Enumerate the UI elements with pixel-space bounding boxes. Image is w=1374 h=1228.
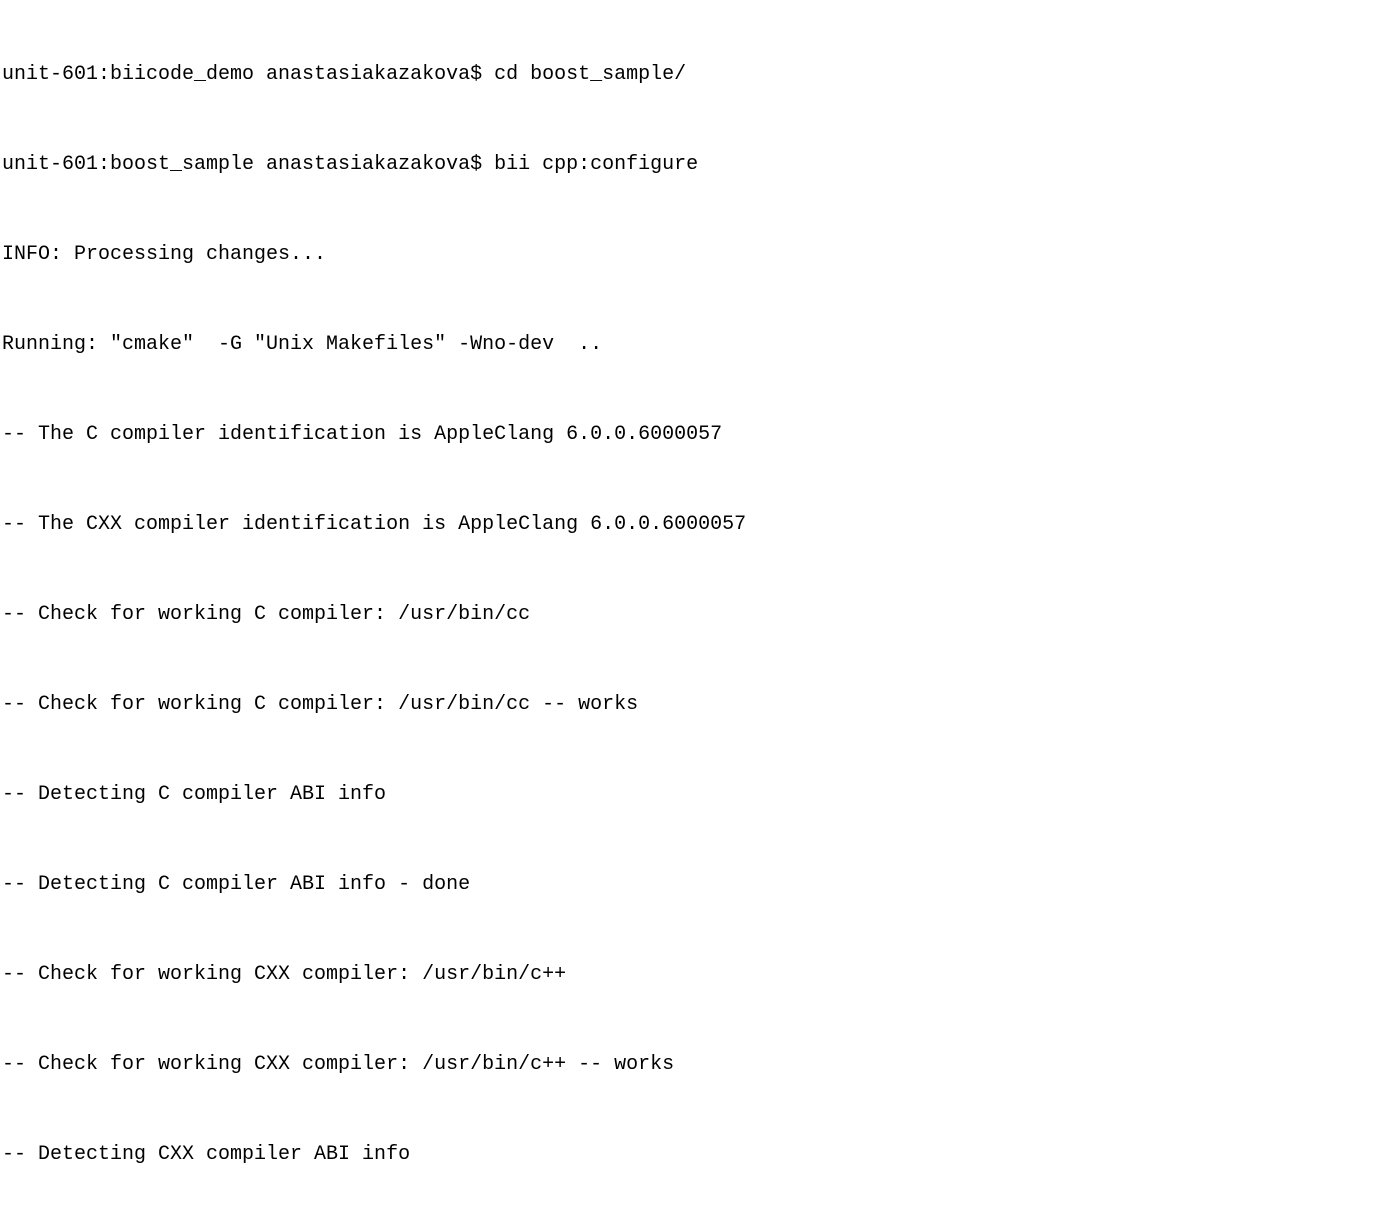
prompt: unit-601:boost_sample anastasiakazakova$	[2, 153, 494, 176]
terminal-output: -- Check for working CXX compiler: /usr/…	[2, 960, 1372, 990]
terminal-output: -- Detecting CXX compiler ABI info	[2, 1140, 1372, 1170]
terminal-output: Running: "cmake" -G "Unix Makefiles" -Wn…	[2, 330, 1372, 360]
command: bii cpp:configure	[494, 153, 698, 176]
terminal-output: -- Check for working C compiler: /usr/bi…	[2, 690, 1372, 720]
terminal-line: unit-601:boost_sample anastasiakazakova$…	[2, 150, 1372, 180]
terminal-output: -- Detecting C compiler ABI info	[2, 780, 1372, 810]
terminal-output: -- The CXX compiler identification is Ap…	[2, 510, 1372, 540]
terminal-output: INFO: Processing changes...	[2, 240, 1372, 270]
terminal-window[interactable]: unit-601:biicode_demo anastasiakazakova$…	[0, 0, 1374, 1228]
terminal-output: -- Detecting C compiler ABI info - done	[2, 870, 1372, 900]
terminal-output: -- Check for working CXX compiler: /usr/…	[2, 1050, 1372, 1080]
terminal-output: -- Check for working C compiler: /usr/bi…	[2, 600, 1372, 630]
terminal-line: unit-601:biicode_demo anastasiakazakova$…	[2, 60, 1372, 90]
prompt: unit-601:biicode_demo anastasiakazakova$	[2, 63, 494, 86]
terminal-output: -- The C compiler identification is Appl…	[2, 420, 1372, 450]
command: cd boost_sample/	[494, 63, 686, 86]
